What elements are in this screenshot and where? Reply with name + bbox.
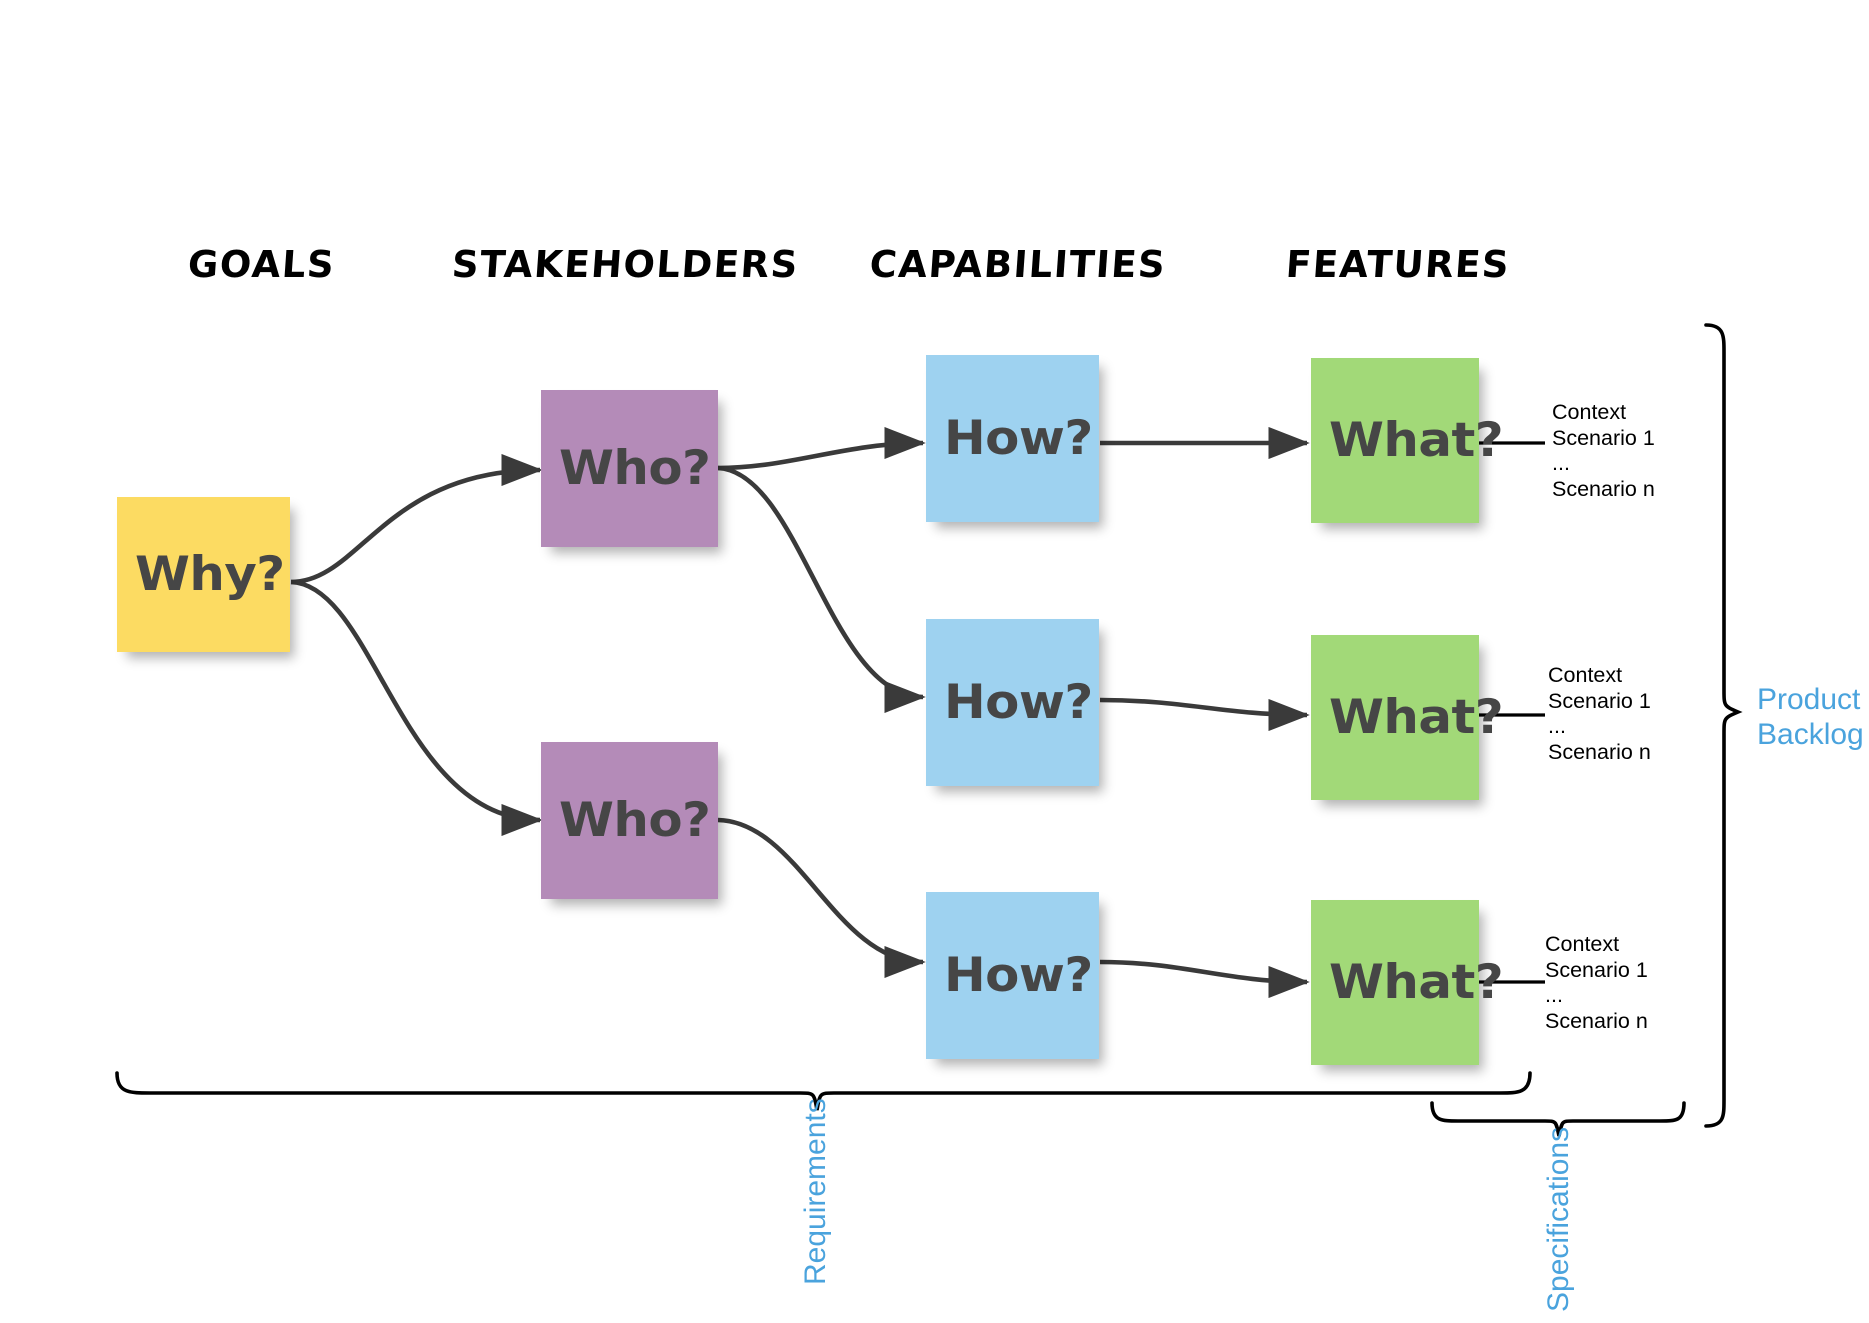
- sticky-note-feature-2-what[interactable]: What?: [1311, 635, 1504, 800]
- connector-stakeholder-1-to-capability-2: [717, 465, 926, 714]
- column-header-stakeholders: STAKEHOLDERS: [450, 243, 800, 286]
- sticky-note-goal-label: Why?: [135, 547, 285, 602]
- sticky-note-capability-2-how[interactable]: How?: [926, 619, 1099, 786]
- column-header-capabilities: CAPABILITIES: [860, 243, 1175, 286]
- column-header-features: FEATURES: [1284, 243, 1511, 286]
- connector-capability-2-to-feature-2: [1099, 697, 1310, 732]
- diagram-canvas: GOALS STAKEHOLDERS CAPABILITIES FEATURES…: [0, 0, 1869, 1323]
- specification-block-2: Context Scenario 1 ... Scenario n: [1548, 663, 1651, 765]
- bracket-label-requirements-text: Requirements: [799, 1098, 832, 1285]
- bracket-label-specifications: Specifications: [1541, 1127, 1576, 1312]
- sticky-note-feature-2-label: What?: [1329, 690, 1504, 745]
- spec-2-scenario-last: Scenario n: [1548, 739, 1651, 764]
- connector-capability-3-to-feature-3: [1099, 959, 1310, 999]
- sticky-note-goal-why[interactable]: Why?: [117, 497, 290, 652]
- sticky-note-stakeholder-1-label: Who?: [559, 441, 711, 496]
- connector-stakeholder-2-to-capability-3: [717, 817, 926, 979]
- bracket-label-product-backlog: Product Backlog: [1757, 682, 1864, 752]
- spec-2-scenario-first: Scenario 1: [1548, 688, 1651, 713]
- sticky-note-stakeholder-1-who[interactable]: Who?: [541, 390, 718, 547]
- spec-3-scenario-first: Scenario 1: [1545, 957, 1648, 982]
- spec-1-context: Context: [1552, 400, 1627, 424]
- sticky-note-stakeholder-2-label: Who?: [559, 793, 711, 848]
- specification-block-3: Context Scenario 1 ... Scenario n: [1545, 932, 1648, 1034]
- sticky-note-capability-3-label: How?: [944, 948, 1093, 1003]
- bracket-label-specifications-text: Specifications: [1542, 1126, 1575, 1312]
- sticky-note-capability-3-how[interactable]: How?: [926, 892, 1099, 1059]
- sticky-note-capability-1-label: How?: [944, 411, 1093, 466]
- sticky-note-feature-1-what[interactable]: What?: [1311, 358, 1504, 523]
- column-header-goals: GOALS: [186, 243, 336, 286]
- connector-goal-to-stakeholder-2: [290, 579, 543, 837]
- bracket-label-product-backlog-line1: Product: [1757, 683, 1861, 716]
- sticky-note-capability-2-label: How?: [944, 675, 1093, 730]
- connector-stakeholder-1-to-capability-1: [717, 426, 926, 471]
- spec-2-ellipsis: ...: [1548, 714, 1566, 738]
- column-header-stakeholders-label: STAKEHOLDERS: [450, 243, 801, 286]
- spec-3-scenario-last: Scenario n: [1545, 1008, 1648, 1033]
- column-header-capabilities-label: CAPABILITIES: [868, 243, 1168, 286]
- spec-3-ellipsis: ...: [1545, 983, 1563, 1007]
- column-header-goals-label: GOALS: [186, 243, 337, 286]
- spec-2-context: Context: [1548, 663, 1623, 687]
- spec-1-scenario-last: Scenario n: [1552, 476, 1655, 501]
- sticky-note-feature-3-label: What?: [1329, 955, 1504, 1010]
- specification-block-1: Context Scenario 1 ... Scenario n: [1552, 400, 1655, 502]
- sticky-note-feature-3-what[interactable]: What?: [1311, 900, 1504, 1065]
- sticky-note-feature-1-label: What?: [1329, 413, 1504, 468]
- connector-goal-to-stakeholder-1: [290, 453, 543, 585]
- sticky-note-stakeholder-2-who[interactable]: Who?: [541, 742, 718, 899]
- bracket-label-requirements: Requirements: [798, 1098, 833, 1285]
- bracket-label-product-backlog-line2: Backlog: [1757, 718, 1864, 751]
- spec-3-context: Context: [1545, 932, 1620, 956]
- spec-1-ellipsis: ...: [1552, 451, 1570, 475]
- spec-1-scenario-first: Scenario 1: [1552, 425, 1655, 450]
- sticky-note-capability-1-how[interactable]: How?: [926, 355, 1099, 522]
- bracket-product-backlog: [1704, 323, 1743, 1128]
- column-header-features-label: FEATURES: [1284, 243, 1512, 286]
